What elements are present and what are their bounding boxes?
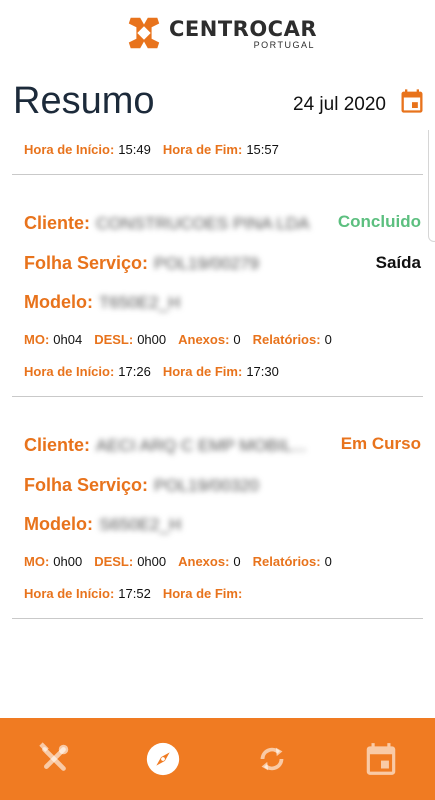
inicio-value: 17:26 [118,364,151,379]
folha-label: Folha Serviço: [24,475,149,495]
modelo-label: Modelo: [24,292,93,312]
desl-label: DESL: [94,554,134,569]
summary-list[interactable]: Cliente: Saída Folha Serviço: POL19/0027… [0,130,435,718]
inicio-label: Hora de Início: [24,364,115,379]
desl-value: 0h00 [137,554,167,569]
folha-row: Folha Serviço: POL19/00279 [24,253,259,274]
calendar-button[interactable] [398,87,426,115]
centrocar-logo: CENTROCAR PORTUGAL [125,14,317,52]
anexos-label: Anexos: [178,332,230,347]
status-badge: Concluido [337,212,421,231]
tools-icon [39,742,69,771]
nav-calendar[interactable] [326,718,435,800]
counts-row: MO: 0h00 DESL: 0h00 Anexos: 0 Relatórios… [24,554,344,569]
title-bar: Resumo 24 jul 2020 [0,74,435,130]
inicio-label: Hora de Início: [24,142,115,157]
fim-label: Hora de Fim: [162,586,243,601]
app-header: CENTROCAR PORTUGAL [0,0,435,72]
modelo-row: Modelo: S650E2_H [24,514,181,535]
modelo-value: S650E2_H [99,515,182,534]
fim-label: Hora de Fim: [162,142,243,157]
selected-date: 24 jul 2020 [293,94,386,115]
status-badge: Em Curso [340,434,421,453]
calendar-icon [401,89,423,113]
direction-label: Saída [375,253,421,272]
calendar-icon [366,743,395,775]
modelo-row: Modelo: T650E2_H [24,292,180,313]
relatorios-label: Relatórios: [252,554,321,569]
fim-label: Hora de Fim: [162,364,243,379]
folha-row: Folha Serviço: POL19/00320 [24,475,259,496]
folha-label: Folha Serviço: [24,253,149,273]
relatorios-label: Relatórios: [252,332,321,347]
nav-sync[interactable] [218,718,327,800]
sync-icon [260,747,284,771]
mo-value: 0h00 [53,554,83,569]
service-card[interactable]: Cliente: Saída Folha Serviço: POL19/0027… [12,130,423,175]
nav-compass[interactable] [109,718,218,800]
cliente-value: AECI ARQ C EMP MOBIL... [96,436,307,455]
cliente-label: Cliente: [24,213,91,233]
counts-row: MO: 0h04 DESL: 0h00 Anexos: 0 Relatórios… [24,332,344,347]
cliente-value: CONSTRUCOES PINA LDA [96,214,310,233]
anexos-value: 0 [233,332,241,347]
fim-value: 17:30 [246,364,279,379]
desl-label: DESL: [94,332,134,347]
cliente-row: Cliente: AECI ARQ C EMP MOBIL... [24,435,306,456]
page-title: Resumo [13,80,155,122]
folha-value: POL19/00320 [154,476,259,495]
compass-icon [146,742,180,776]
modelo-value: T650E2_H [99,293,181,312]
anexos-value: 0 [233,554,241,569]
desl-value: 0h00 [137,332,167,347]
mo-label: MO: [24,332,50,347]
relatorios-value: 0 [324,554,332,569]
brand-subtitle: PORTUGAL [253,40,316,50]
centrocar-logo-icon [128,17,160,49]
brand-name: CENTROCAR [169,17,318,41]
nav-tools[interactable] [0,718,109,800]
folha-value: POL19/00279 [154,254,259,273]
modelo-label: Modelo: [24,514,93,534]
inicio-value: 15:49 [118,142,151,157]
inicio-value: 17:52 [118,586,151,601]
mo-value: 0h04 [53,332,83,347]
times-row: Hora de Início: 15:49 Hora de Fim: 15:57 [24,142,291,157]
times-row: Hora de Início: 17:26 Hora de Fim: 17:30 [24,364,291,379]
service-card[interactable]: Cliente: AECI ARQ C EMP MOBIL... Em Curs… [12,397,423,619]
relatorios-value: 0 [324,332,332,347]
inicio-label: Hora de Início: [24,586,115,601]
fim-value: 15:57 [246,142,279,157]
cliente-label: Cliente: [24,435,91,455]
service-card[interactable]: Cliente: CONSTRUCOES PINA LDA Concluido … [12,175,423,397]
anexos-label: Anexos: [178,554,230,569]
times-row: Hora de Início: 17:52 Hora de Fim: [24,586,258,601]
mo-label: MO: [24,554,50,569]
bottom-navigation [0,718,435,800]
cliente-row: Cliente: CONSTRUCOES PINA LDA [24,213,310,234]
